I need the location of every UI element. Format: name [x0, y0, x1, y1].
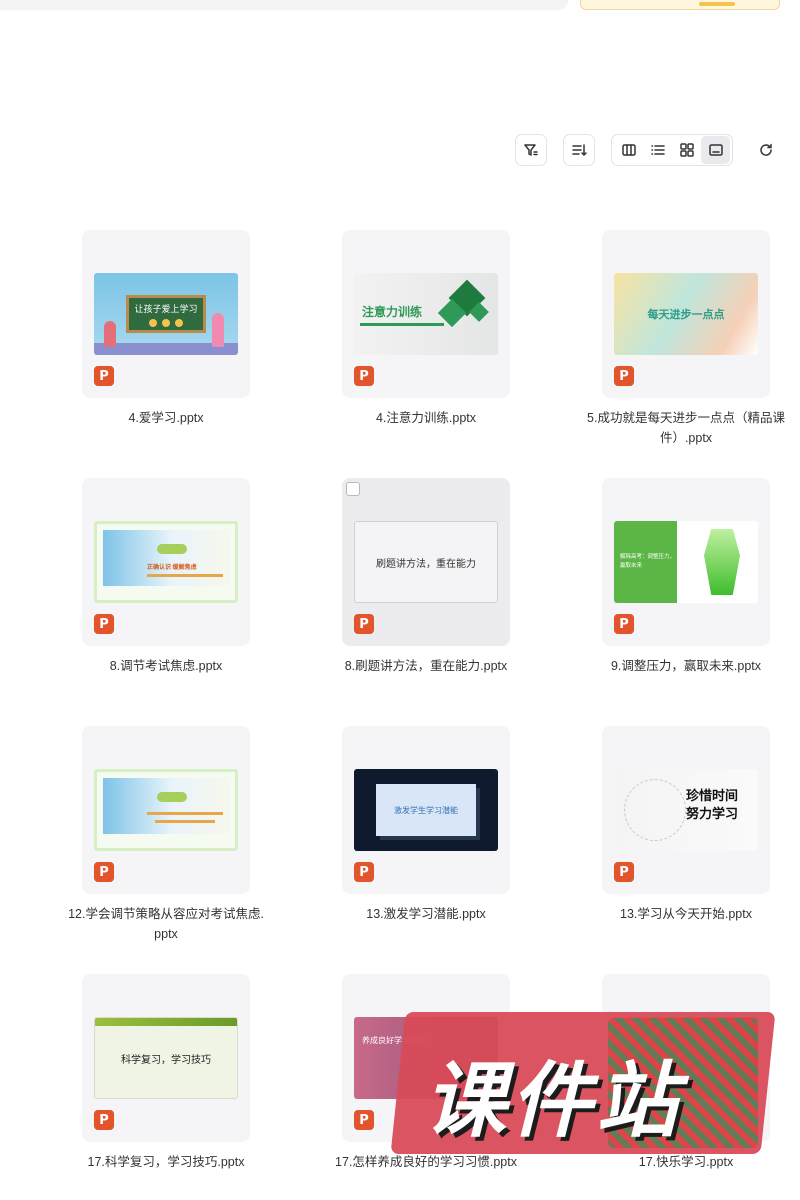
ppt-icon: P — [94, 1110, 114, 1130]
slide-preview: 科学复习，学习技巧 — [94, 1017, 238, 1099]
preview-view-button[interactable] — [701, 136, 730, 164]
file-thumbnail[interactable]: 解除高考：调整压力，赢取未来 P — [602, 478, 770, 646]
slide-preview: 珍惜时间 努力学习 — [614, 769, 758, 851]
select-checkbox[interactable] — [346, 482, 360, 496]
file-name[interactable]: 8.调节考试焦虑.pptx — [66, 656, 266, 676]
toolbar — [0, 134, 800, 168]
file-name[interactable]: 5.成功就是每天进步一点点（精品课件）.pptx — [586, 408, 786, 448]
sort-button[interactable] — [563, 134, 595, 166]
file-name[interactable]: 9.调整压力，赢取未来.pptx — [586, 656, 786, 676]
file-card[interactable]: 每天进步一点点 P 5.成功就是每天进步一点点（精品课件）.pptx — [587, 230, 785, 448]
slide-preview: 正确认识 缓解焦虑 — [94, 521, 238, 603]
slide-title: 注意力训练 — [362, 305, 423, 319]
ppt-icon: P — [354, 366, 374, 386]
preview-view-icon — [708, 144, 723, 156]
slide-title: 每天进步一点点 — [647, 309, 725, 321]
file-name[interactable]: 17.科学复习，学习技巧.pptx — [66, 1152, 266, 1172]
slide-title: 刷题讲方法，重在能力 — [376, 558, 476, 570]
slide-title: 解除高考：调整压力，赢取未来 — [614, 521, 677, 603]
file-thumbnail[interactable]: 激发学生学习潜能 P — [342, 726, 510, 894]
file-name[interactable]: 8.刷题讲方法，重在能力.pptx — [326, 656, 526, 676]
refresh-button[interactable] — [752, 134, 780, 166]
slide-preview: 让孩子爱上学习 — [94, 273, 238, 355]
grid-view-button[interactable] — [672, 136, 701, 164]
file-thumbnail[interactable]: 刷题讲方法，重在能力 P — [342, 478, 510, 646]
file-thumbnail[interactable]: 科学复习，学习技巧 P — [82, 974, 250, 1142]
refresh-icon — [760, 143, 772, 156]
file-card[interactable]: 珍惜时间 努力学习 P 13.学习从今天开始.pptx — [602, 726, 770, 924]
slide-preview: 每天进步一点点 — [614, 273, 758, 355]
list-view-icon — [650, 145, 665, 155]
ppt-icon: P — [614, 862, 634, 882]
slide-title: 科学复习，学习技巧 — [121, 1054, 211, 1066]
file-card[interactable]: 正确认识 缓解焦虑 P 8.调节考试焦虑.pptx — [82, 478, 250, 676]
slide-preview: 注意力训练 — [354, 273, 498, 355]
search-bar[interactable] — [0, 0, 568, 10]
slide-title: 让孩子爱上学习 — [134, 303, 198, 314]
list-view-button[interactable] — [643, 136, 672, 164]
columns-view-icon — [621, 144, 636, 156]
file-card[interactable]: 科学复习，学习技巧 P 17.科学复习，学习技巧.pptx — [82, 974, 250, 1172]
file-thumbnail[interactable]: 注意力训练 P — [342, 230, 510, 398]
watermark-text: 课件站 — [424, 1054, 682, 1149]
file-name[interactable]: 4.注意力训练.pptx — [326, 408, 526, 428]
file-card[interactable]: 解除高考：调整压力，赢取未来 P 9.调整压力，赢取未来.pptx — [602, 478, 770, 676]
slide-title: 珍惜时间 努力学习 — [686, 788, 739, 821]
ppt-icon: P — [94, 862, 114, 882]
slide-preview — [94, 769, 238, 851]
ppt-icon: P — [94, 614, 114, 634]
ppt-icon: P — [94, 366, 114, 386]
slide-title: 激发学生学习潜能 — [376, 784, 476, 836]
file-name[interactable]: 17.怎样养成良好的学习习惯.pptx — [326, 1152, 526, 1172]
slide-preview: 解除高考：调整压力，赢取未来 — [614, 521, 758, 603]
file-thumbnail[interactable]: P — [82, 726, 250, 894]
file-name[interactable]: 12.学会调节策略从容应对考试焦虑.pptx — [66, 904, 266, 944]
file-thumbnail[interactable]: 正确认识 缓解焦虑 P — [82, 478, 250, 646]
view-switcher — [611, 134, 733, 166]
file-thumbnail[interactable]: 每天进步一点点 P — [602, 230, 770, 398]
file-card[interactable]: 激发学生学习潜能 P 13.激发学习潜能.pptx — [342, 726, 510, 924]
grid-view-icon — [679, 143, 694, 157]
file-card[interactable]: 让孩子爱上学习 P 4.爱学习.pptx — [82, 230, 250, 428]
file-name[interactable]: 13.学习从今天开始.pptx — [586, 904, 786, 924]
slide-title: 正确认识 缓解焦虑 — [147, 565, 197, 571]
filter-button[interactable] — [515, 134, 547, 166]
slide-preview: 激发学生学习潜能 — [354, 769, 498, 851]
vip-badge[interactable] — [580, 0, 780, 10]
file-name[interactable]: 13.激发学习潜能.pptx — [326, 904, 526, 924]
file-thumbnail[interactable]: 珍惜时间 努力学习 P — [602, 726, 770, 894]
ppt-icon: P — [614, 614, 634, 634]
sort-icon — [572, 144, 587, 156]
filter-icon — [524, 144, 538, 156]
slide-preview: 刷题讲方法，重在能力 — [354, 521, 498, 603]
watermark-logo: 课件站 — [390, 1012, 776, 1154]
ppt-icon: P — [354, 1110, 374, 1130]
file-name[interactable]: 17.快乐学习.pptx — [586, 1152, 786, 1172]
ppt-icon: P — [354, 614, 374, 634]
file-card[interactable]: 刷题讲方法，重在能力 P 8.刷题讲方法，重在能力.pptx — [342, 478, 510, 676]
file-name[interactable]: 4.爱学习.pptx — [66, 408, 266, 428]
file-card[interactable]: P 12.学会调节策略从容应对考试焦虑.pptx — [68, 726, 264, 944]
ppt-icon: P — [354, 862, 374, 882]
ppt-icon: P — [614, 366, 634, 386]
file-card[interactable]: 注意力训练 P 4.注意力训练.pptx — [342, 230, 510, 428]
file-thumbnail[interactable]: 让孩子爱上学习 P — [82, 230, 250, 398]
columns-view-button[interactable] — [614, 136, 643, 164]
